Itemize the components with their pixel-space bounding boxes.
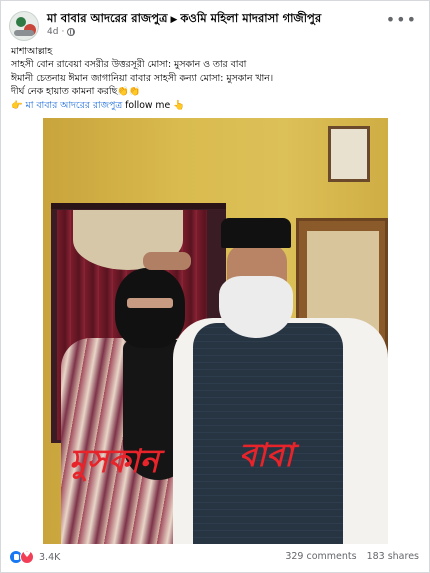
- post-text-line: দীর্ঘ নেক হায়াত কামনা করছি👏👏: [11, 86, 141, 98]
- comments-count[interactable]: 329 comments: [285, 551, 356, 562]
- post-time[interactable]: 4d: [47, 27, 58, 37]
- pointing-hand-icon: 👉: [11, 99, 23, 111]
- love-icon: [20, 550, 34, 564]
- follow-page-link[interactable]: মা বাবার আদরের রাজপুত্র: [26, 100, 123, 111]
- shares-count[interactable]: 183 shares: [367, 551, 419, 562]
- follow-text: follow me 👆: [125, 99, 185, 111]
- post-text-line: ঈমানী চেতনায় ঈমান জাগানিয়া বাবার সাহসী…: [11, 72, 274, 84]
- post-author-line: মা বাবার আদরের রাজপুত্র ▶ কওমি মহিলা মাদরা…: [47, 10, 321, 29]
- post-header: মা বাবার আদরের রাজপুত্র ▶ কওমি মহিলা মাদরা…: [9, 9, 421, 43]
- globe-icon: [67, 28, 76, 36]
- page-avatar[interactable]: [9, 11, 39, 41]
- photo-label-father: বাবা: [239, 436, 294, 474]
- father-cap: [221, 218, 291, 248]
- post-footer: 3.4K 329 comments 183 shares: [9, 549, 419, 567]
- page-name-link[interactable]: মা বাবার আদরের রাজপুত্র: [47, 11, 167, 25]
- more-icon[interactable]: •••: [386, 12, 417, 28]
- reactions-count: 3.4K: [39, 551, 61, 563]
- post-text: মাশাআল্লাহ সাহসী বোন রাবেয়া বসরীর উত্তর…: [11, 45, 419, 112]
- share-arrow-icon: ▶: [170, 15, 178, 25]
- post-card: মা বাবার আদরের রাজপুত্র ▶ কওমি মহিলা মাদরা…: [0, 0, 430, 573]
- post-text-line: সাহসী বোন রাবেয়া বসরীর উত্তরসূরী মোসা: …: [11, 59, 247, 71]
- girl-head: [115, 268, 185, 348]
- post-photo[interactable]: মুসকান বাবা: [43, 118, 388, 544]
- reactions-summary[interactable]: 3.4K: [9, 550, 60, 564]
- photo-label-girl: মুসকান: [69, 442, 159, 480]
- follow-line: 👉 মা বাবার আদরের রাজপুত্র follow me 👆: [11, 99, 419, 112]
- post-meta: 4d ·: [47, 27, 76, 37]
- post-text-line: মাশাআল্লাহ: [11, 46, 53, 57]
- engagement-stats: 329 comments 183 shares: [285, 551, 419, 562]
- group-name-link[interactable]: কওমি মহিলা মাদরাসা গাজীপুর: [180, 11, 321, 25]
- wall-frame: [328, 126, 370, 182]
